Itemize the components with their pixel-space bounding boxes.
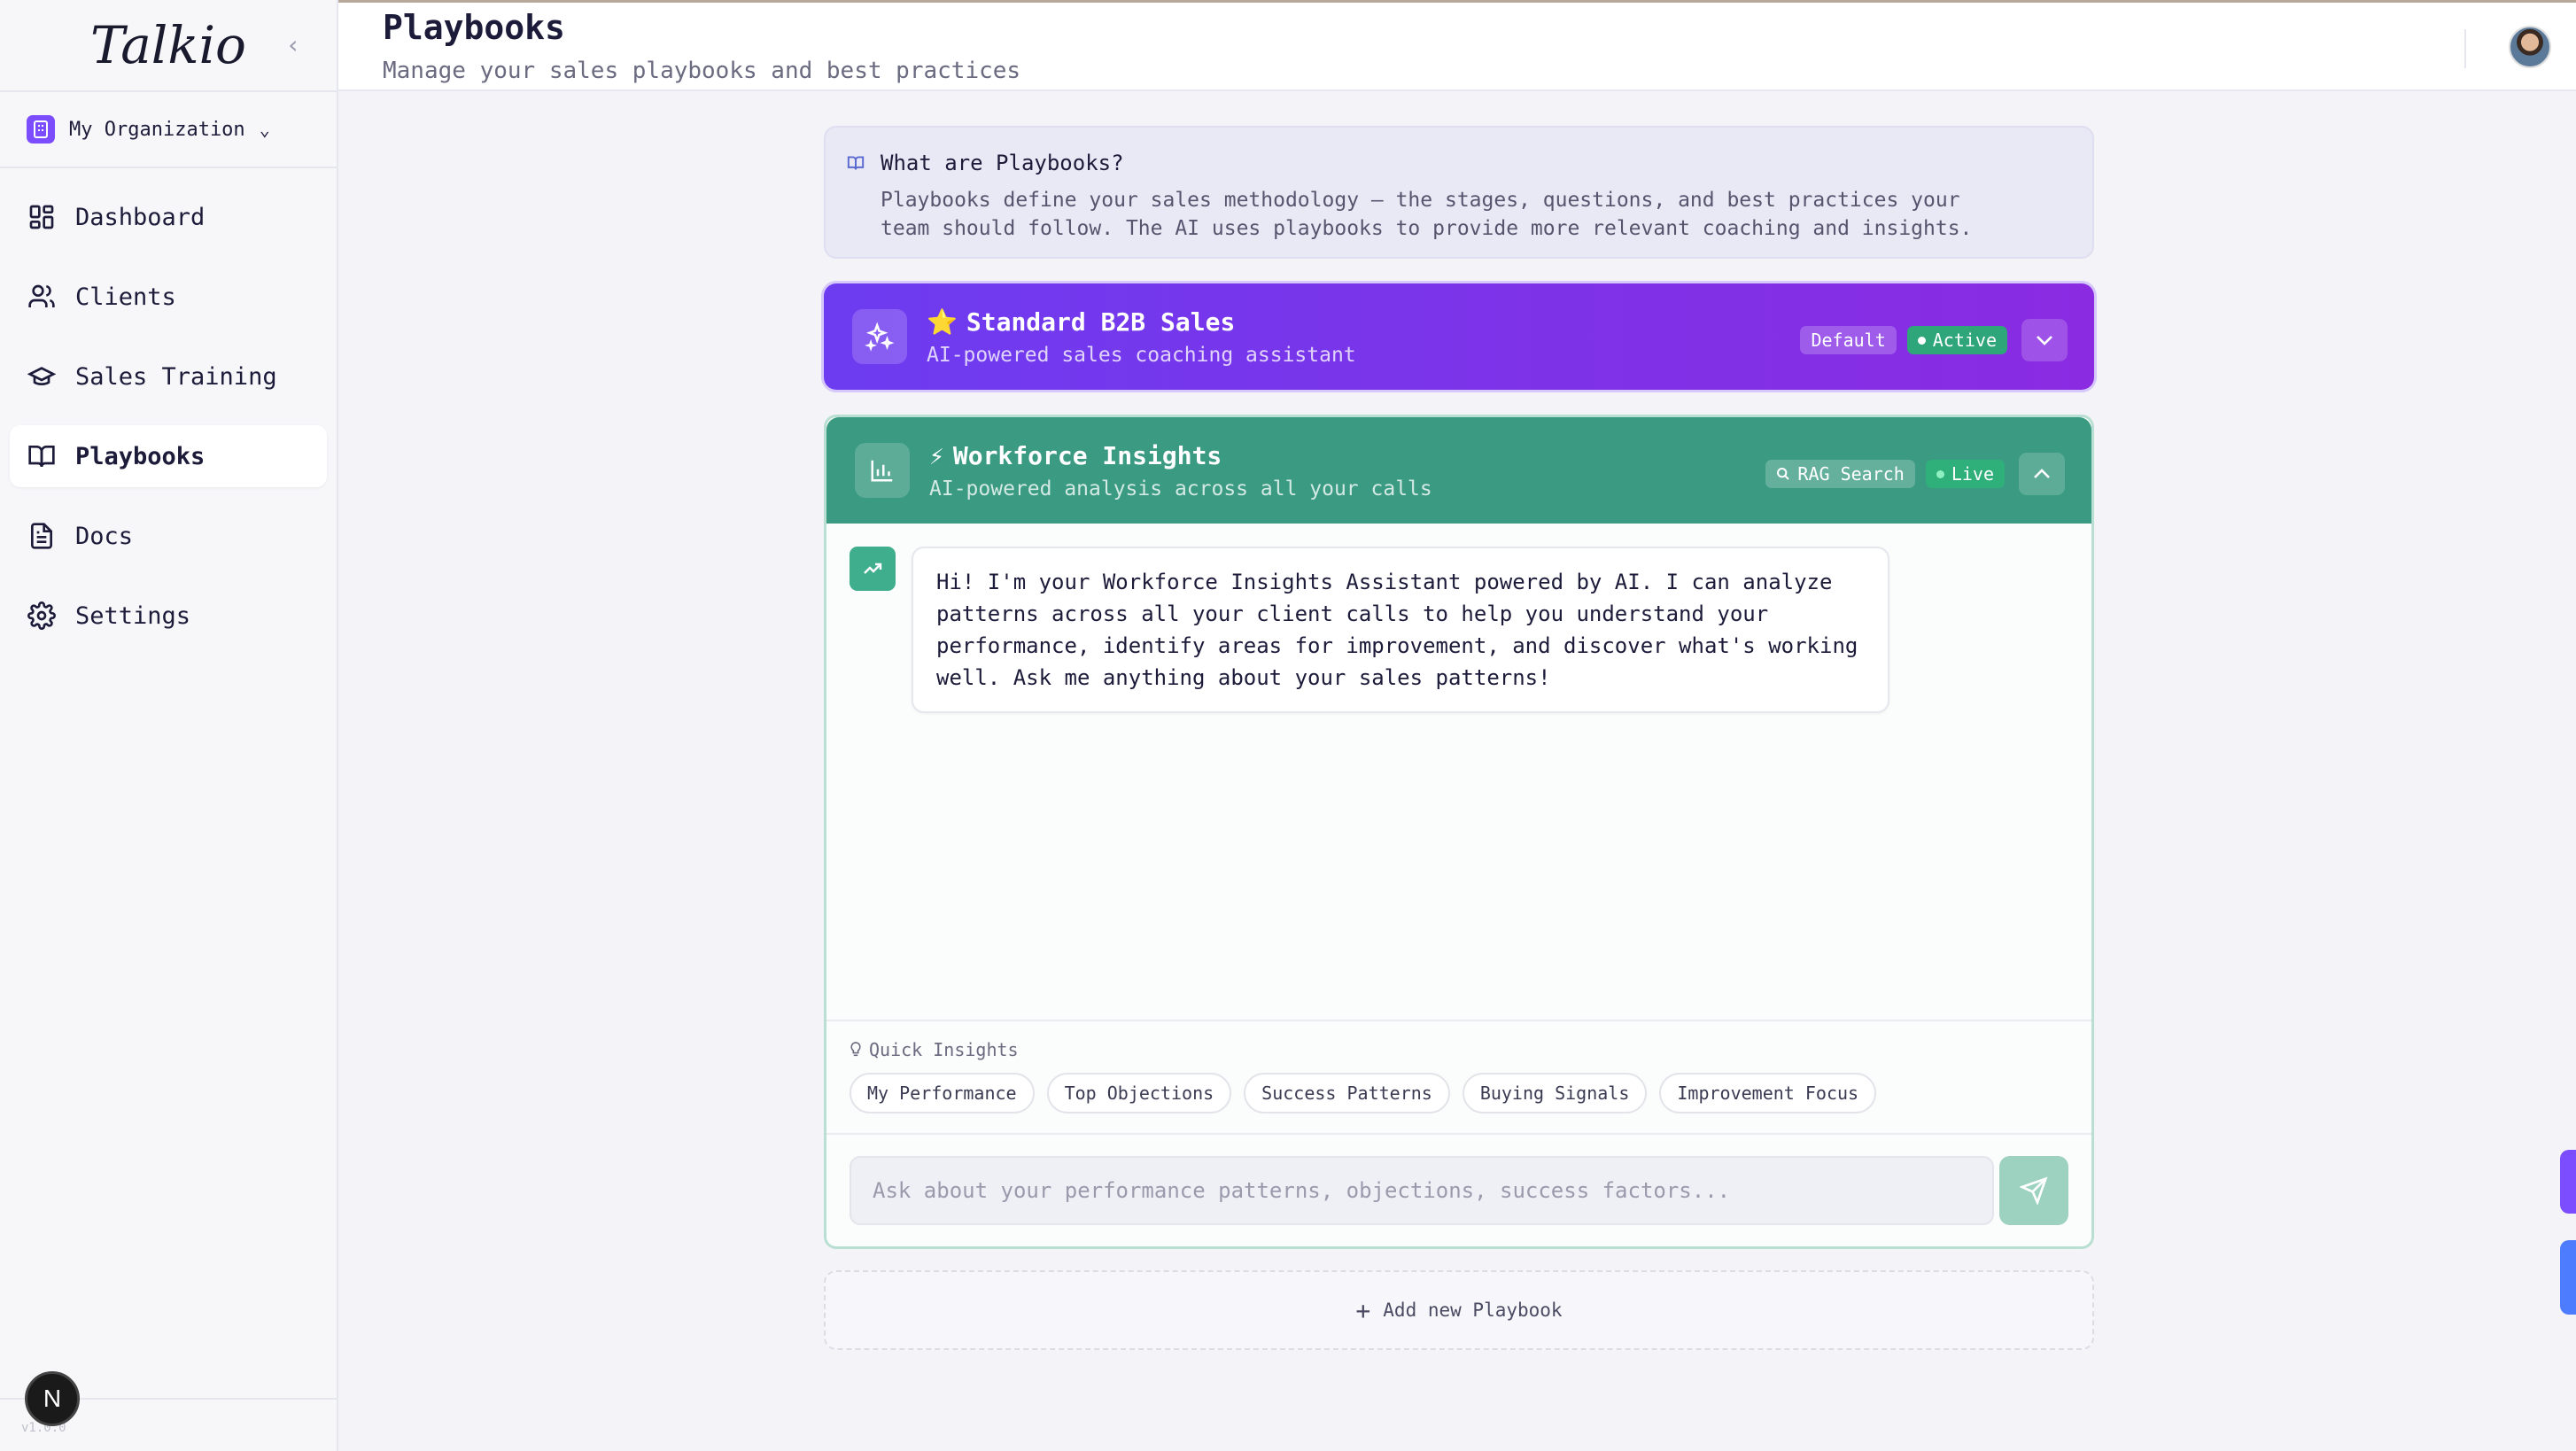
- chat-messages: Hi! I'm your Workforce Insights Assistan…: [826, 524, 2091, 1020]
- document-icon: [31, 523, 52, 549]
- trending-up-icon: [850, 547, 896, 591]
- status-dot-icon: [1936, 469, 1944, 478]
- graduation-cap-icon: [27, 367, 56, 385]
- expand-button[interactable]: [2021, 319, 2068, 361]
- live-badge: Live: [1925, 460, 2005, 488]
- header-divider: [2464, 29, 2466, 68]
- chip-improvement-focus[interactable]: Improvement Focus: [1659, 1073, 1877, 1113]
- status-dot-icon: [1917, 336, 1926, 345]
- page-title: Playbooks: [383, 8, 565, 47]
- chat-input-row: [826, 1133, 2091, 1246]
- sidebar-item-label: Dashboard: [75, 203, 206, 231]
- playbook-subtitle: AI-powered sales coaching assistant: [927, 343, 1356, 367]
- dev-tools-button[interactable]: N: [25, 1371, 80, 1426]
- send-button[interactable]: [1999, 1156, 2068, 1225]
- sidebar-item-settings[interactable]: Settings: [10, 585, 327, 647]
- open-book-icon: [847, 154, 865, 175]
- quick-insights-label: Quick Insights: [869, 1039, 1019, 1060]
- sidebar-item-label: Clients: [75, 283, 176, 311]
- brand-logo: Talkio: [90, 15, 246, 75]
- sidebar: Talkio ‹ My Organization ⌄ Dashboard Cli…: [0, 0, 338, 1451]
- floating-tab-purple[interactable]: [2560, 1150, 2576, 1214]
- users-icon: [28, 284, 55, 307]
- send-icon: [2020, 1176, 2048, 1205]
- chevron-down-icon: [2037, 336, 2052, 345]
- active-badge: Active: [1906, 326, 2007, 354]
- chevron-up-icon: [2034, 469, 2050, 478]
- book-icon: [28, 446, 55, 468]
- add-playbook-label: Add new Playbook: [1383, 1300, 1563, 1321]
- page-header: Playbooks Manage your sales playbooks an…: [338, 3, 2576, 91]
- playbook-subtitle: AI-powered analysis across all your call…: [929, 477, 1432, 500]
- default-badge: Default: [1800, 326, 1897, 354]
- info-body: Playbooks define your sales methodology …: [881, 189, 1973, 240]
- main-nav: Dashboard Clients Sales Training Playboo…: [0, 168, 337, 647]
- chip-my-performance[interactable]: My Performance: [850, 1073, 1035, 1113]
- sidebar-item-docs[interactable]: Docs: [10, 505, 327, 567]
- chip-top-objections[interactable]: Top Objections: [1046, 1073, 1232, 1113]
- playbooks-info-card: What are Playbooks? Playbooks define you…: [824, 126, 2094, 259]
- sparkles-icon: [852, 309, 907, 364]
- building-icon: [27, 115, 55, 144]
- lightning-icon: ⚡: [929, 440, 944, 470]
- sidebar-item-label: Settings: [75, 601, 191, 630]
- org-switcher[interactable]: My Organization ⌄: [0, 92, 337, 168]
- sidebar-item-label: Playbooks: [75, 442, 206, 470]
- playbook-title: Standard B2B Sales: [966, 306, 1236, 337]
- page-subtitle: Manage your sales playbooks and best pra…: [383, 58, 1021, 84]
- rag-search-label: RAG Search: [1797, 463, 1905, 485]
- chip-success-patterns[interactable]: Success Patterns: [1244, 1073, 1450, 1113]
- dashboard-icon: [29, 205, 54, 229]
- playbook-header[interactable]: ⚡ Workforce Insights AI-powered analysis …: [826, 417, 2091, 524]
- floating-tab-blue[interactable]: [2560, 1240, 2576, 1315]
- chip-buying-signals[interactable]: Buying Signals: [1462, 1073, 1648, 1113]
- live-badge-label: Live: [1951, 463, 1994, 485]
- collapse-sidebar-icon[interactable]: ‹: [282, 33, 305, 58]
- sidebar-item-sales-training[interactable]: Sales Training: [10, 345, 327, 407]
- info-title: What are Playbooks?: [881, 151, 1124, 175]
- quick-insights: Quick Insights My Performance Top Object…: [826, 1020, 2091, 1133]
- org-name: My Organization: [69, 118, 245, 141]
- bar-chart-icon: [855, 443, 910, 498]
- collapse-button[interactable]: [2019, 453, 2065, 495]
- playbook-header[interactable]: ⭐ Standard B2B Sales AI-powered sales coa…: [824, 283, 2094, 390]
- active-badge-label: Active: [1932, 330, 1997, 351]
- playbook-card-workforce-insights: ⚡ Workforce Insights AI-powered analysis …: [824, 415, 2094, 1249]
- add-playbook-button[interactable]: + Add new Playbook: [824, 1270, 2094, 1350]
- playbook-card-standard-b2b: ⭐ Standard B2B Sales AI-powered sales coa…: [824, 283, 2094, 390]
- gear-icon: [27, 601, 56, 630]
- plus-icon: +: [1355, 1295, 1371, 1325]
- chat-input[interactable]: [850, 1156, 1994, 1225]
- sidebar-item-label: Docs: [75, 522, 134, 550]
- sidebar-item-dashboard[interactable]: Dashboard: [10, 186, 327, 248]
- sidebar-item-playbooks[interactable]: Playbooks: [10, 425, 327, 487]
- main-content: What are Playbooks? Playbooks define you…: [824, 126, 2094, 1350]
- lightbulb-icon: [850, 1042, 861, 1057]
- avatar[interactable]: [2509, 26, 2551, 68]
- search-icon: [1777, 468, 1790, 480]
- playbook-title: Workforce Insights: [952, 440, 1222, 470]
- sidebar-item-clients[interactable]: Clients: [10, 266, 327, 328]
- rag-search-badge: RAG Search: [1765, 460, 1915, 488]
- assistant-message: Hi! I'm your Workforce Insights Assistan…: [912, 547, 1889, 713]
- sidebar-item-label: Sales Training: [75, 362, 277, 391]
- chevron-down-icon: ⌄: [259, 119, 270, 140]
- brand-row: Talkio ‹: [0, 0, 337, 92]
- star-icon: ⭐: [927, 306, 958, 337]
